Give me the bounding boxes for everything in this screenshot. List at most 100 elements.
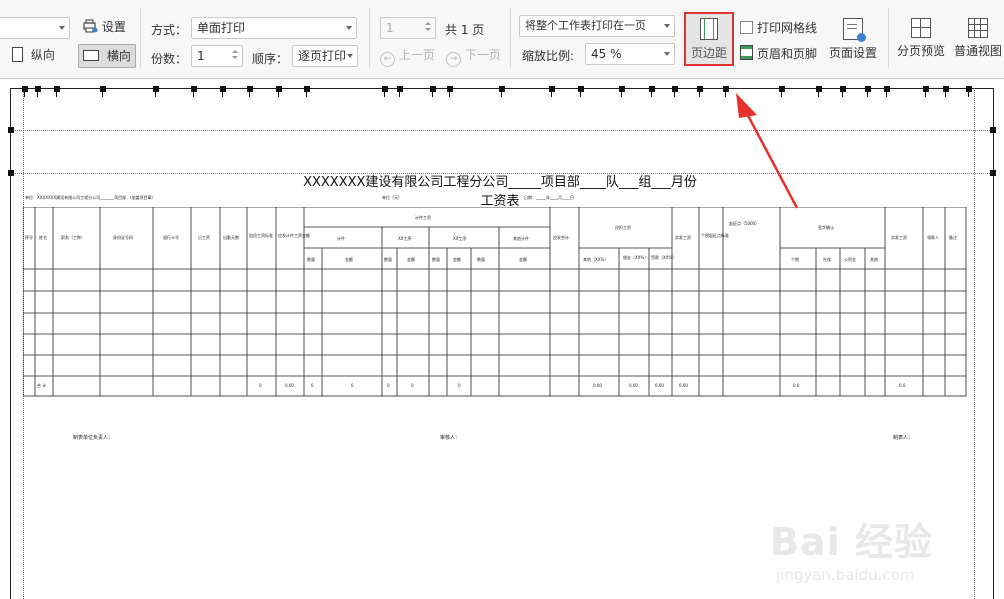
column-width-handle[interactable]: [840, 86, 846, 92]
header-footer-button[interactable]: 页眉和页脚: [740, 45, 817, 62]
column-width-handle[interactable]: [397, 86, 403, 92]
total-value: 0.00: [655, 383, 664, 388]
header-qty: 数量: [384, 257, 392, 262]
column-width-handle[interactable]: [723, 86, 729, 92]
column-width-handle[interactable]: [816, 86, 822, 92]
column-width-handle[interactable]: [697, 86, 703, 92]
column-width-tick: [37, 92, 38, 97]
copies-input[interactable]: 1: [191, 45, 243, 67]
column-width-tick: [925, 92, 926, 97]
column-width-handle[interactable]: [220, 86, 226, 92]
column-width-handle[interactable]: [923, 86, 929, 92]
header-piece1: 计件: [337, 236, 345, 241]
gridlines-checkbox-box[interactable]: [740, 21, 753, 34]
header-sign3: 公积金: [844, 257, 856, 262]
margin-handle[interactable]: [990, 170, 996, 176]
page-stepper-icon[interactable]: [422, 19, 434, 37]
header-deduct-group: 应扣工资: [615, 225, 631, 230]
top-margin-guide[interactable]: [10, 130, 994, 131]
column-width-handle[interactable]: [966, 86, 972, 92]
column-width-handle[interactable]: [22, 86, 28, 92]
column-width-tick: [278, 92, 279, 97]
print-gridlines-label: 打印网格线: [757, 21, 818, 35]
portrait-button[interactable]: 纵向: [12, 46, 55, 63]
column-width-tick: [580, 92, 581, 97]
print-mode-select[interactable]: 单面打印: [191, 17, 357, 39]
paper-size-select[interactable]: [0, 17, 70, 39]
wage-table: 序号 姓名 职务（工种） 身份证号码 银行卡号 日工资 出勤天数 加班工资标准 …: [23, 207, 967, 397]
total-value: 0.00: [285, 383, 294, 388]
column-width-handle[interactable]: [382, 86, 388, 92]
sheet-title: XXXXXXX建设有限公司工程分公司_____项目部____队___组___月份…: [303, 175, 697, 209]
normal-view-button[interactable]: 普通视图: [952, 8, 1004, 68]
column-width-handle[interactable]: [153, 86, 159, 92]
next-page-button[interactable]: → 下一页: [446, 46, 501, 67]
prev-page-button[interactable]: ← 上一页: [380, 46, 435, 67]
column-width-tick: [886, 92, 887, 97]
column-width-handle[interactable]: [549, 86, 555, 92]
margin-handle[interactable]: [990, 127, 996, 133]
margins-label: 页边距: [690, 46, 727, 60]
total-value: 0: [458, 383, 461, 388]
header-receiver: 领款人: [927, 235, 939, 240]
right-margin-guide[interactable]: [974, 88, 975, 599]
total-value: 0: [411, 383, 414, 388]
next-page-label: 下一页: [464, 48, 501, 62]
scale-mode-value: 将整个工作表打印在一页: [525, 19, 646, 32]
header-qty: 数量: [432, 257, 440, 262]
column-width-tick: [842, 92, 843, 97]
column-width-handle[interactable]: [100, 86, 106, 92]
print-mode-value: 单面打印: [197, 21, 246, 35]
column-width-handle[interactable]: [943, 86, 949, 92]
column-width-handle[interactable]: [54, 86, 60, 92]
column-width-handle[interactable]: [578, 86, 584, 92]
column-width-handle[interactable]: [276, 86, 282, 92]
scale-mode-select[interactable]: 将整个工作表打印在一页: [519, 15, 675, 37]
column-width-handle[interactable]: [649, 86, 655, 92]
prev-arrow-icon: ←: [380, 52, 395, 67]
margin-handle[interactable]: [8, 127, 14, 133]
column-width-handle[interactable]: [247, 86, 253, 92]
page-setup-button[interactable]: 页面设置: [826, 8, 880, 68]
column-width-handle[interactable]: [619, 86, 625, 92]
header-seq: 序号: [25, 235, 33, 240]
column-width-handle[interactable]: [304, 86, 310, 92]
header-deduct1: 其他（XX%）: [583, 257, 609, 262]
column-width-handle[interactable]: [191, 86, 197, 92]
zoom-select[interactable]: 45 %: [585, 43, 675, 65]
landscape-button[interactable]: 横向: [78, 44, 136, 68]
header-total-pay: 应发合计: [553, 235, 569, 240]
header-wage-day: 日工资: [198, 235, 210, 240]
print-preview-toolbar: 设置 纵向 横向 方式： 单面打印 份数： 1 顺序： 逐页打印 1 共 1 页…: [0, 0, 1004, 79]
page-number-input[interactable]: 1: [380, 17, 436, 39]
column-width-handle[interactable]: [499, 86, 505, 92]
column-width-tick: [651, 92, 652, 97]
print-gridlines-checkbox[interactable]: 打印网格线: [740, 19, 817, 36]
setup-label: 设置: [101, 20, 126, 34]
header-job: 职务（工种）: [61, 235, 85, 240]
header-overtime: 加班工资标准: [249, 233, 273, 238]
column-width-tick: [56, 92, 57, 97]
column-width-handle[interactable]: [884, 86, 890, 92]
column-width-handle[interactable]: [447, 86, 453, 92]
header-qty: 数量: [307, 257, 315, 262]
setup-button[interactable]: 设置: [82, 18, 126, 35]
watermark-logo: Bai 经验: [770, 520, 933, 564]
column-width-handle[interactable]: [865, 86, 871, 92]
column-width-handle[interactable]: [672, 86, 678, 92]
margins-button[interactable]: 页边距: [686, 8, 732, 68]
column-width-handle[interactable]: [35, 86, 41, 92]
total-value: 0: [387, 383, 390, 388]
header-amount: 金额: [345, 257, 353, 262]
copies-stepper-icon[interactable]: [229, 47, 241, 65]
column-width-handle[interactable]: [430, 86, 436, 92]
landscape-icon: [83, 50, 99, 61]
page-break-preview-button[interactable]: 分页预览: [895, 8, 947, 68]
next-arrow-icon: →: [446, 52, 461, 67]
header-deduct2: 借支（XX%）: [623, 255, 649, 260]
column-width-handle[interactable]: [779, 86, 785, 92]
margin-handle[interactable]: [8, 170, 14, 176]
zoom-label: 缩放比例:: [522, 49, 575, 63]
header-amount: 金额: [453, 257, 461, 262]
print-order-select[interactable]: 逐页打印: [292, 45, 358, 67]
